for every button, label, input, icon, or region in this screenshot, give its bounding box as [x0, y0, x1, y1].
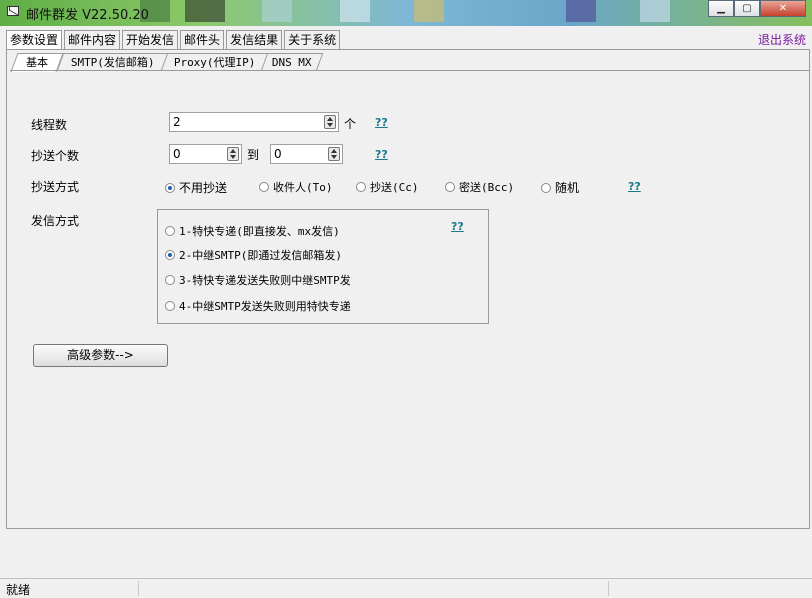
mail-icon — [7, 6, 19, 16]
subtab-label: DNS MX — [271, 56, 312, 69]
cc-mode-label: 抄送方式 — [31, 180, 80, 194]
threads-label: 线程数 — [31, 118, 68, 132]
cc-mode-radio[interactable]: 随机 — [541, 179, 579, 196]
cc-count-from-stepper[interactable]: 0 — [169, 144, 242, 164]
radio-icon — [165, 275, 175, 285]
subtab-label: 基本 — [26, 56, 48, 69]
status-divider — [608, 581, 609, 596]
cc-mode-radio[interactable]: 密送(Bcc) — [445, 179, 514, 195]
radio-label: 不用抄送 — [179, 181, 228, 195]
subtab-dns-mx[interactable]: DNS MX — [260, 53, 324, 71]
close-icon[interactable]: ✕ — [760, 0, 806, 17]
cc-mode-radio[interactable]: 收件人(To) — [259, 179, 333, 195]
tab-mail-content[interactable]: 邮件内容 — [64, 30, 121, 49]
radio-selected-icon — [165, 182, 175, 193]
threads-value: 2 — [173, 115, 181, 129]
threads-help-link[interactable]: ?? — [375, 116, 388, 129]
title-bar: 邮件群发 V22.50.20 ▁ ▢ ✕ — [0, 0, 812, 26]
subtab-proxy[interactable]: Proxy(代理IP) — [160, 53, 270, 71]
subtab-label: SMTP(发信邮箱) — [70, 56, 155, 69]
radio-icon — [541, 182, 551, 193]
background-decor — [640, 0, 670, 22]
radio-label: 4-中继SMTP发送失败则用特快专递 — [179, 300, 351, 313]
radio-label: 密送(Bcc) — [459, 181, 515, 194]
tab-mail-header[interactable]: 邮件头 — [180, 30, 225, 49]
radio-icon — [165, 301, 175, 311]
threads-stepper[interactable]: 2 — [169, 112, 339, 132]
send-mode-radio[interactable]: 1-特快专递(即直接发、mx发信) — [165, 223, 340, 239]
radio-label: 2-中继SMTP(即通过发信邮箱发) — [179, 249, 342, 262]
background-decor — [262, 0, 292, 22]
tab-start-send[interactable]: 开始发信 — [122, 30, 179, 49]
tab-send-results[interactable]: 发信结果 — [226, 30, 283, 49]
threads-unit: 个 — [344, 117, 357, 131]
cc-count-help-link[interactable]: ?? — [375, 148, 388, 161]
background-decor — [340, 0, 370, 22]
subtab-label: Proxy(代理IP) — [174, 56, 256, 69]
background-decor — [185, 0, 225, 22]
subtab-divider — [10, 70, 810, 71]
radio-icon — [445, 182, 455, 192]
tab-params[interactable]: 参数设置 — [6, 30, 63, 50]
spin-arrows-icon[interactable] — [227, 147, 239, 161]
cc-count-to-value: 0 — [274, 147, 282, 161]
window-controls: ▁ ▢ ✕ — [708, 0, 806, 18]
maximize-icon[interactable]: ▢ — [734, 0, 760, 17]
send-mode-label: 发信方式 — [31, 214, 80, 228]
spin-arrows-icon[interactable] — [328, 147, 340, 161]
cc-count-to-label: 到 — [247, 148, 260, 162]
send-mode-radio[interactable]: 4-中继SMTP发送失败则用特快专递 — [165, 298, 351, 314]
radio-label: 3-特快专递发送失败则中继SMTP发 — [179, 274, 351, 287]
main-tabs: 参数设置 邮件内容 开始发信 邮件头 发信结果 关于系统 — [6, 30, 342, 50]
background-decor — [414, 0, 444, 22]
spin-arrows-icon[interactable] — [324, 115, 336, 129]
radio-label: 抄送(Cc) — [370, 181, 419, 194]
radio-icon — [356, 182, 366, 192]
radio-label: 1-特快专递(即直接发、mx发信) — [179, 225, 340, 238]
subtab-smtp[interactable]: SMTP(发信邮箱) — [56, 53, 170, 71]
radio-selected-icon — [165, 250, 175, 260]
advanced-params-button[interactable]: 高级参数--> — [33, 344, 168, 367]
radio-label: 随机 — [555, 181, 580, 195]
background-decor — [566, 0, 596, 22]
send-mode-help-link[interactable]: ?? — [451, 220, 464, 233]
cc-mode-help-link[interactable]: ?? — [628, 180, 641, 193]
minimize-icon[interactable]: ▁ — [708, 0, 734, 17]
exit-link[interactable]: 退出系统 — [758, 31, 806, 48]
cc-mode-radio[interactable]: 不用抄送 — [165, 179, 227, 196]
status-divider — [138, 581, 139, 596]
tab-about[interactable]: 关于系统 — [284, 30, 341, 49]
cc-mode-radio[interactable]: 抄送(Cc) — [356, 179, 419, 195]
cc-count-to-stepper[interactable]: 0 — [270, 144, 343, 164]
cc-count-from-value: 0 — [173, 147, 181, 161]
cc-count-label: 抄送个数 — [31, 149, 80, 163]
window-title: 邮件群发 V22.50.20 — [26, 8, 149, 23]
send-mode-radio[interactable]: 3-特快专递发送失败则中继SMTP发 — [165, 272, 351, 288]
status-text: 就绪 — [6, 583, 31, 597]
radio-icon — [259, 182, 269, 192]
status-bar: 就绪 — [0, 578, 812, 598]
radio-label: 收件人(To) — [273, 181, 333, 194]
radio-icon — [165, 226, 175, 236]
send-mode-radio[interactable]: 2-中继SMTP(即通过发信邮箱发) — [165, 247, 342, 263]
